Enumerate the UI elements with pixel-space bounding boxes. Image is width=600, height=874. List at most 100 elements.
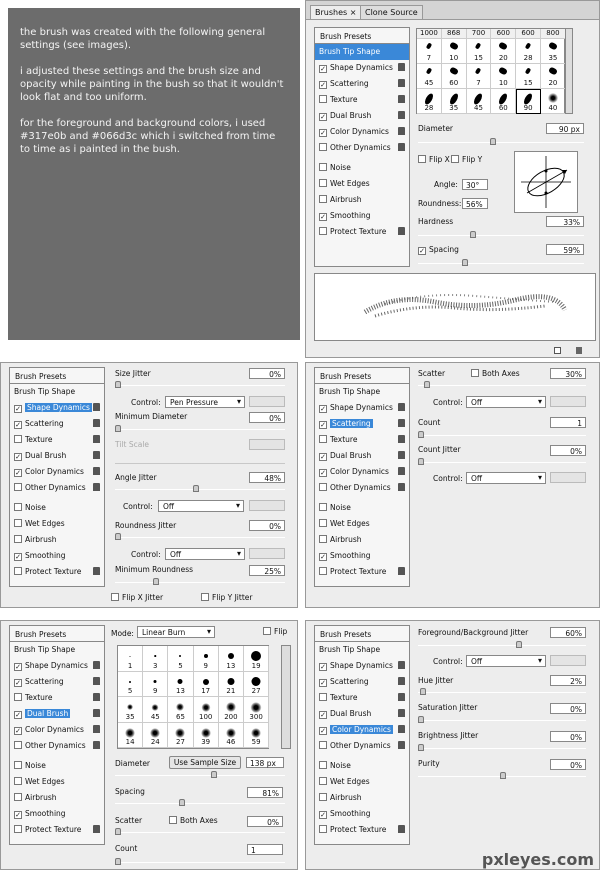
sidebar-item-airbrush[interactable]: Airbrush — [315, 790, 409, 806]
brush-tip-cell[interactable]: 7 — [417, 39, 442, 64]
lock-icon[interactable] — [93, 825, 100, 833]
slider-thumb[interactable] — [500, 772, 506, 779]
hardness-slider[interactable] — [418, 231, 584, 238]
sidebar-item-smoothing[interactable]: ✓ Smoothing — [315, 806, 409, 822]
slider-thumb[interactable] — [418, 744, 424, 751]
brush-tip-cell[interactable]: 90 — [516, 89, 541, 114]
sidebar-item-noise[interactable]: Noise — [315, 500, 409, 516]
lock-icon[interactable] — [398, 725, 405, 733]
scatter-field[interactable]: 0% — [247, 816, 283, 827]
checkbox[interactable] — [319, 179, 327, 187]
purity-slider[interactable] — [418, 772, 586, 779]
sidebar-item-other-dynamics[interactable]: Other Dynamics — [10, 738, 104, 754]
sidebar-item-wet-edges[interactable]: Wet Edges — [315, 516, 409, 532]
checkbox[interactable] — [14, 519, 22, 527]
sidebar-item-smoothing[interactable]: ✓ Smoothing — [10, 548, 104, 564]
sidebar-item-dual-brush[interactable]: ✓ Dual Brush — [10, 706, 104, 722]
brush-tip-cell[interactable]: 9 — [193, 646, 219, 672]
slider-thumb[interactable] — [418, 431, 424, 438]
sidebar-item-wet-edges[interactable]: Wet Edges — [315, 176, 409, 192]
brush-presets-item[interactable]: Brush Presets — [10, 626, 104, 642]
sidebar-item-smoothing[interactable]: ✓ Smoothing — [315, 548, 409, 564]
sidebar-item-dual-brush[interactable]: ✓ Dual Brush — [315, 706, 409, 722]
checkbox[interactable] — [319, 483, 327, 491]
checkbox[interactable] — [14, 535, 22, 543]
lock-icon[interactable] — [93, 451, 100, 459]
brush-presets-item[interactable]: Brush Presets — [315, 368, 409, 384]
sidebar-item-texture[interactable]: Texture — [10, 690, 104, 706]
sidebar-item-noise[interactable]: Noise — [10, 758, 104, 774]
checkbox[interactable] — [14, 777, 22, 785]
lock-icon[interactable] — [93, 709, 100, 717]
min-diameter-slider[interactable] — [115, 425, 285, 432]
checkbox[interactable] — [319, 693, 327, 701]
sidebar-item-texture[interactable]: Texture — [315, 432, 409, 448]
sidebar-item-protect-texture[interactable]: Protect Texture — [315, 822, 409, 838]
sidebar-item-color-dynamics[interactable]: ✓ Color Dynamics — [315, 124, 409, 140]
roundness-field[interactable]: 56% — [462, 198, 488, 209]
checkbox[interactable]: ✓ — [319, 679, 327, 687]
lock-icon[interactable] — [398, 63, 405, 71]
slider-thumb[interactable] — [153, 578, 159, 585]
brush-tip-shape-item[interactable]: Brush Tip Shape — [10, 384, 104, 400]
angle-jitter-slider[interactable] — [115, 485, 285, 492]
lock-icon[interactable] — [398, 825, 405, 833]
sidebar-item-other-dynamics[interactable]: Other Dynamics — [315, 140, 409, 156]
diameter-field[interactable]: 138 px — [246, 757, 284, 768]
lock-icon[interactable] — [93, 483, 100, 491]
checkbox[interactable]: ✓ — [319, 663, 327, 671]
brush-tip-cell[interactable]: 27 — [244, 671, 270, 697]
brush-tip-shape-item[interactable]: Brush Tip Shape — [315, 642, 409, 658]
checkbox[interactable]: ✓ — [14, 469, 22, 477]
sidebar-item-shape-dynamics[interactable]: ✓ Shape Dynamics — [10, 658, 104, 674]
slider-thumb[interactable] — [424, 381, 430, 388]
checkbox[interactable]: ✓ — [14, 453, 22, 461]
checkbox[interactable]: ✓ — [319, 811, 327, 819]
brush-tip-cell[interactable]: 5 — [168, 646, 194, 672]
brush-tip-cell[interactable]: 1 — [118, 646, 144, 672]
checkbox[interactable] — [319, 143, 327, 151]
close-icon[interactable]: × — [350, 8, 357, 17]
brush-tip-shape-item[interactable]: Brush Tip Shape — [10, 642, 104, 658]
brush-tip-cell[interactable]: 13 — [218, 646, 244, 672]
lock-icon[interactable] — [93, 693, 100, 701]
checkbox[interactable] — [319, 195, 327, 203]
brush-tip-cell[interactable]: 60 — [441, 64, 467, 89]
sidebar-item-smoothing[interactable]: ✓ Smoothing — [10, 806, 104, 822]
lock-icon[interactable] — [398, 709, 405, 717]
checkbox[interactable]: ✓ — [14, 811, 22, 819]
min-roundness-field[interactable]: 25% — [249, 565, 285, 576]
sidebar-item-protect-texture[interactable]: Protect Texture — [10, 564, 104, 580]
lock-icon[interactable] — [93, 419, 100, 427]
saturation-jitter-field[interactable]: 0% — [550, 703, 586, 714]
sidebar-item-texture[interactable]: Texture — [315, 92, 409, 108]
slider-thumb[interactable] — [516, 641, 522, 648]
slider-thumb[interactable] — [115, 381, 121, 388]
angle-jitter-field[interactable]: 48% — [249, 472, 285, 483]
sidebar-item-color-dynamics[interactable]: ✓ Color Dynamics — [315, 464, 409, 480]
saturation-jitter-slider[interactable] — [418, 716, 586, 723]
lock-icon[interactable] — [398, 435, 405, 443]
checkbox[interactable]: ✓ — [319, 113, 327, 121]
checkbox[interactable] — [14, 567, 22, 575]
brush-tip-cell[interactable]: 27 — [168, 722, 194, 748]
lock-icon[interactable] — [93, 435, 100, 443]
spacing-field[interactable]: 59% — [546, 244, 584, 255]
brush-tip-shape-item[interactable]: Brush Tip Shape — [315, 44, 409, 60]
checkbox[interactable] — [319, 777, 327, 785]
sidebar-item-shape-dynamics[interactable]: ✓ Shape Dynamics — [10, 400, 104, 416]
checkbox[interactable] — [319, 435, 327, 443]
sidebar-item-airbrush[interactable]: Airbrush — [315, 532, 409, 548]
slider-thumb[interactable] — [490, 138, 496, 145]
scatter-slider[interactable] — [418, 381, 586, 388]
count-slider[interactable] — [115, 858, 285, 865]
sidebar-item-color-dynamics[interactable]: ✓ Color Dynamics — [315, 722, 409, 738]
brush-tip-cell[interactable]: 24 — [143, 722, 169, 748]
spacing-field[interactable]: 81% — [247, 787, 283, 798]
sidebar-item-texture[interactable]: Texture — [315, 690, 409, 706]
checkbox[interactable]: ✓ — [319, 553, 327, 561]
brush-tip-cell[interactable]: 45 — [417, 64, 442, 89]
brush-tip-cell[interactable]: 45 — [143, 697, 169, 723]
brush-tip-cell[interactable]: 20 — [541, 64, 566, 89]
brush-tip-cell[interactable]: 200 — [218, 697, 244, 723]
